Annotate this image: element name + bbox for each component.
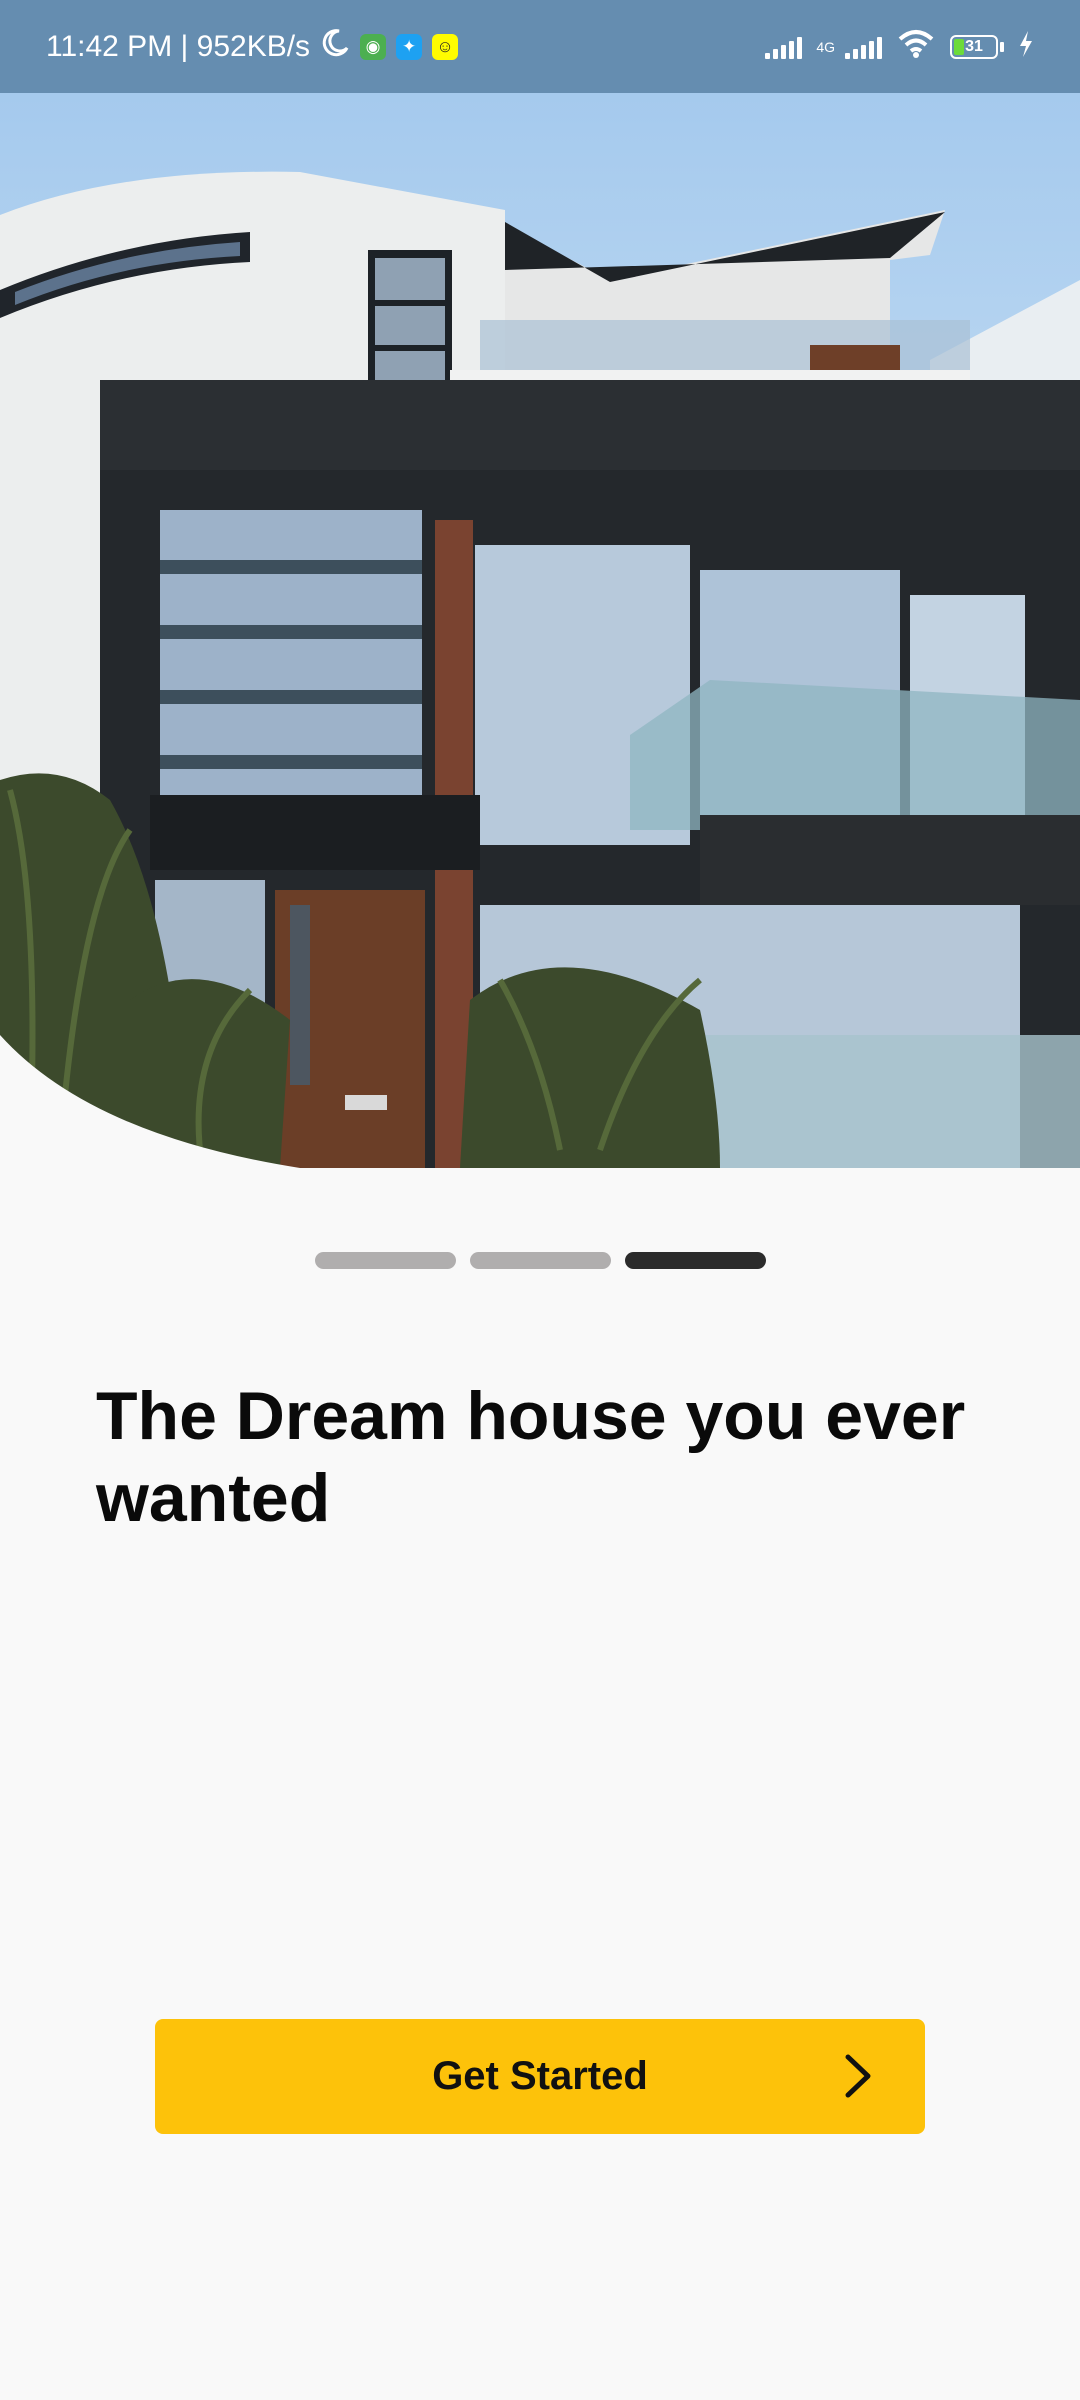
status-bar: 11:42 PM | 952KB/s ◉ ✦ ☺ 4G 31	[0, 0, 1080, 93]
page-indicator	[315, 1252, 766, 1269]
wifi-icon	[896, 29, 936, 64]
hero-house-image	[0, 0, 1080, 1168]
moon-icon	[320, 28, 350, 66]
battery-icon: 31	[950, 34, 998, 59]
twitter-icon: ✦	[396, 33, 423, 60]
chevron-right-icon	[843, 2053, 873, 2102]
snapchat-icon: ☺	[432, 33, 459, 60]
signal-icon	[765, 35, 803, 59]
battery-level: 31	[965, 37, 983, 55]
onboarding-headline: The Dream house you ever wanted	[96, 1378, 966, 1536]
page-dot-1[interactable]	[315, 1252, 456, 1269]
status-time-speed: 11:42 PM | 952KB/s	[46, 29, 311, 63]
charging-icon	[1018, 31, 1034, 62]
android-app-icon: ◉	[360, 33, 387, 60]
get-started-label: Get Started	[432, 2054, 648, 2098]
page-dot-3[interactable]	[625, 1252, 766, 1269]
battery-tip	[1000, 41, 1004, 52]
signal-4g-icon	[845, 35, 882, 59]
page-dot-2[interactable]	[470, 1252, 611, 1269]
get-started-button[interactable]: Get Started	[155, 2019, 925, 2134]
house-illustration	[0, 171, 1080, 1168]
network-type-label: 4G	[816, 38, 835, 55]
